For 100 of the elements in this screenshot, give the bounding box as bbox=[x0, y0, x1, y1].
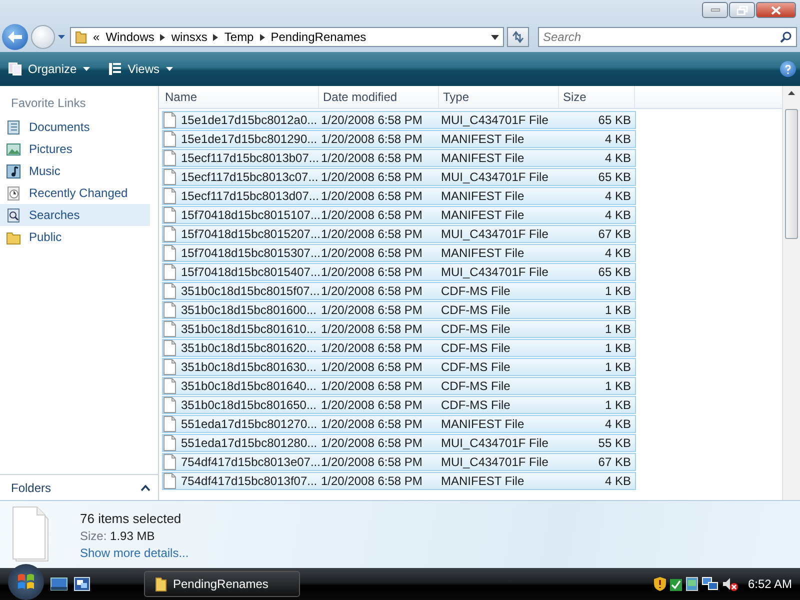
file-icon bbox=[163, 454, 176, 470]
size-cell-text: 55 KB bbox=[597, 436, 631, 450]
sidebar-link[interactable]: Recently Changed bbox=[0, 182, 150, 204]
clock[interactable]: 6:52 AM bbox=[748, 577, 792, 591]
file-row[interactable]: 15e1de17d15bc8012a0... 1/20/2008 6:58 PM MUI_C434701F File 65 KB bbox=[162, 111, 636, 129]
maximize-button[interactable] bbox=[729, 2, 755, 18]
file-name: 15e1de17d15bc8012a0... bbox=[181, 113, 318, 127]
collapse-caret-icon bbox=[141, 484, 150, 490]
history-dropdown-icon[interactable] bbox=[58, 35, 65, 39]
size-cell-text: 4 KB bbox=[604, 474, 631, 488]
file-icon bbox=[163, 359, 176, 375]
file-row[interactable]: 351b0c18d15bc801630... 1/20/2008 6:58 PM CDF-MS File 1 KB bbox=[162, 358, 636, 376]
minimize-button[interactable] bbox=[702, 2, 728, 18]
network-icon[interactable] bbox=[702, 577, 718, 591]
switch-windows-icon[interactable] bbox=[74, 577, 90, 591]
size-cell-text: 67 KB bbox=[597, 455, 631, 469]
breadcrumb-link[interactable]: Windows bbox=[106, 30, 154, 44]
file-row[interactable]: 15ecf117d15bc8013d07... 1/20/2008 6:58 PM MANIFEST File 4 KB bbox=[162, 187, 636, 205]
file-row[interactable]: 15e1de17d15bc801290... 1/20/2008 6:58 PM MANIFEST File 4 KB bbox=[162, 130, 636, 148]
file-row[interactable]: 15f70418d15bc8015207...1/20/2008 6:58 PM MUI_C434701F File 67 KB bbox=[162, 225, 636, 243]
sidebar-link[interactable]: Documents bbox=[0, 116, 150, 138]
file-row[interactable]: 351b0c18d15bc801610... 1/20/2008 6:58 PM CDF-MS File 1 KB bbox=[162, 320, 636, 338]
size-cell-text: 1 KB bbox=[604, 398, 631, 412]
sidebar-link[interactable]: Music bbox=[0, 160, 150, 182]
file-row[interactable]: 351b0c18d15bc801600... 1/20/2008 6:58 PM CDF-MS File 1 KB bbox=[162, 301, 636, 319]
views-button[interactable]: Views bbox=[104, 60, 176, 78]
file-name: 351b0c18d15bc801650... bbox=[181, 398, 318, 412]
breadcrumb-link[interactable]: Temp bbox=[224, 30, 254, 44]
search-field[interactable]: Search bbox=[538, 27, 797, 47]
file-row[interactable]: 15f70418d15bc8015407...1/20/2008 6:58 PM MUI_C434701F File 65 KB bbox=[162, 263, 636, 281]
separator-arrow-icon[interactable] bbox=[260, 34, 265, 40]
tablet-icon[interactable] bbox=[686, 577, 698, 591]
organize-button[interactable]: Organize bbox=[4, 60, 94, 78]
back-button[interactable] bbox=[2, 24, 28, 50]
file-row[interactable]: 15f70418d15bc8015307...1/20/2008 6:58 PM MANIFEST File 4 KB bbox=[162, 244, 636, 262]
file-row[interactable]: 351b0c18d15bc801650... 1/20/2008 6:58 PM CDF-MS File 1 KB bbox=[162, 396, 636, 414]
file-name: 15f70418d15bc8015107... bbox=[181, 208, 321, 222]
section-heading: Favorite Links bbox=[10, 95, 87, 112]
documents-icon bbox=[6, 120, 21, 134]
size-cell-text: 1 KB bbox=[604, 341, 631, 355]
close-button[interactable] bbox=[756, 2, 796, 18]
date-cell-text: 1/20/2008 6:58 PM bbox=[321, 208, 424, 222]
refresh-button[interactable] bbox=[507, 27, 529, 47]
help-icon[interactable] bbox=[780, 61, 796, 77]
taskbar-button[interactable]: PendingRenames bbox=[144, 571, 300, 597]
scrollbar[interactable] bbox=[782, 86, 800, 500]
start-button[interactable] bbox=[8, 564, 44, 600]
breadcrumb-link[interactable]: PendingRenames bbox=[270, 30, 366, 44]
date-cell-text: 1/20/2008 6:58 PM bbox=[321, 246, 424, 260]
overflow-chevron[interactable]: « bbox=[93, 30, 100, 44]
file-name: 15f70418d15bc8015407... bbox=[181, 265, 321, 279]
file-row[interactable]: 15ecf117d15bc8013c07... 1/20/2008 6:58 PM MUI_C434701F File 65 KB bbox=[162, 168, 636, 186]
separator-arrow-icon[interactable] bbox=[160, 34, 166, 40]
file-name: 754df417d15bc8013f07... bbox=[181, 474, 318, 488]
breadcrumb-link[interactable]: winsxs bbox=[171, 30, 208, 44]
details-link[interactable]: Show more details... bbox=[80, 546, 189, 560]
pictures-icon bbox=[6, 142, 21, 156]
size-cell-text: 4 KB bbox=[604, 208, 631, 222]
type-cell-text: CDF-MS File bbox=[441, 303, 512, 317]
address-bar[interactable]: « Windows winsxs Temp PendingRenames bbox=[70, 27, 504, 47]
selection-summary: 76 items selected bbox=[80, 511, 182, 526]
type-cell-text: MUI_C434701F File bbox=[441, 227, 550, 241]
size-cell-text: 4 KB bbox=[604, 132, 631, 146]
file-row[interactable]: 15ecf117d15bc8013b07... 1/20/2008 6:58 PM MANIFEST File 4 KB bbox=[162, 149, 636, 167]
dropdown-arrow-icon[interactable] bbox=[491, 34, 499, 40]
speaker-muted-icon[interactable] bbox=[722, 577, 738, 591]
sidebar-link[interactable]: Pictures bbox=[0, 138, 150, 160]
date-cell-text: 1/20/2008 6:58 PM bbox=[321, 151, 424, 165]
date-cell-text: 1/20/2008 6:58 PM bbox=[321, 132, 424, 146]
file-row[interactable]: 754df417d15bc8013f07... 1/20/2008 6:58 PM MANIFEST File 4 KB bbox=[162, 472, 636, 490]
size-cell-text: 1 KB bbox=[604, 322, 631, 336]
date-cell-text: 1/20/2008 6:58 PM bbox=[321, 417, 424, 431]
sidebar-link[interactable]: Public bbox=[0, 226, 150, 248]
file-row[interactable]: 551eda17d15bc801280... 1/20/2008 6:58 PM MUI_C434701F File 55 KB bbox=[162, 434, 636, 452]
column-header[interactable]: Name bbox=[161, 86, 319, 108]
size-cell-text: 65 KB bbox=[597, 113, 631, 127]
separator-arrow-icon[interactable] bbox=[213, 34, 218, 40]
column-header[interactable]: Type bbox=[439, 86, 559, 108]
file-row[interactable]: 551eda17d15bc801270... 1/20/2008 6:58 PM MANIFEST File 4 KB bbox=[162, 415, 636, 433]
scrollbar-thumb[interactable] bbox=[785, 109, 798, 239]
column-header[interactable]: Date modified bbox=[319, 86, 439, 108]
file-name: 351b0c18d15bc8015f07... bbox=[181, 284, 321, 298]
checkmark-icon[interactable] bbox=[670, 577, 682, 591]
file-icon bbox=[163, 131, 176, 147]
sidebar-link[interactable]: Searches bbox=[0, 204, 150, 226]
column-header[interactable]: Size bbox=[559, 86, 635, 108]
date-cell-text: 1/20/2008 6:58 PM bbox=[321, 436, 424, 450]
folder-icon bbox=[75, 30, 87, 44]
shield-warning-icon[interactable] bbox=[654, 577, 666, 591]
file-row[interactable]: 15f70418d15bc8015107...1/20/2008 6:58 PM MANIFEST File 4 KB bbox=[162, 206, 636, 224]
file-row[interactable]: 351b0c18d15bc801620... 1/20/2008 6:58 PM CDF-MS File 1 KB bbox=[162, 339, 636, 357]
file-row[interactable]: 351b0c18d15bc8015f07...1/20/2008 6:58 PM CDF-MS File 1 KB bbox=[162, 282, 636, 300]
arrow-left-icon bbox=[8, 31, 22, 43]
type-cell-text: CDF-MS File bbox=[441, 322, 512, 336]
show-desktop-icon[interactable] bbox=[50, 577, 68, 591]
file-row[interactable]: 351b0c18d15bc801640... 1/20/2008 6:58 PM CDF-MS File 1 KB bbox=[162, 377, 636, 395]
file-icon bbox=[163, 378, 176, 394]
date-cell-text: 1/20/2008 6:58 PM bbox=[321, 189, 424, 203]
file-row[interactable]: 754df417d15bc8013e07...1/20/2008 6:58 PM MUI_C434701F File 67 KB bbox=[162, 453, 636, 471]
file-name: 754df417d15bc8013e07... bbox=[181, 455, 321, 469]
